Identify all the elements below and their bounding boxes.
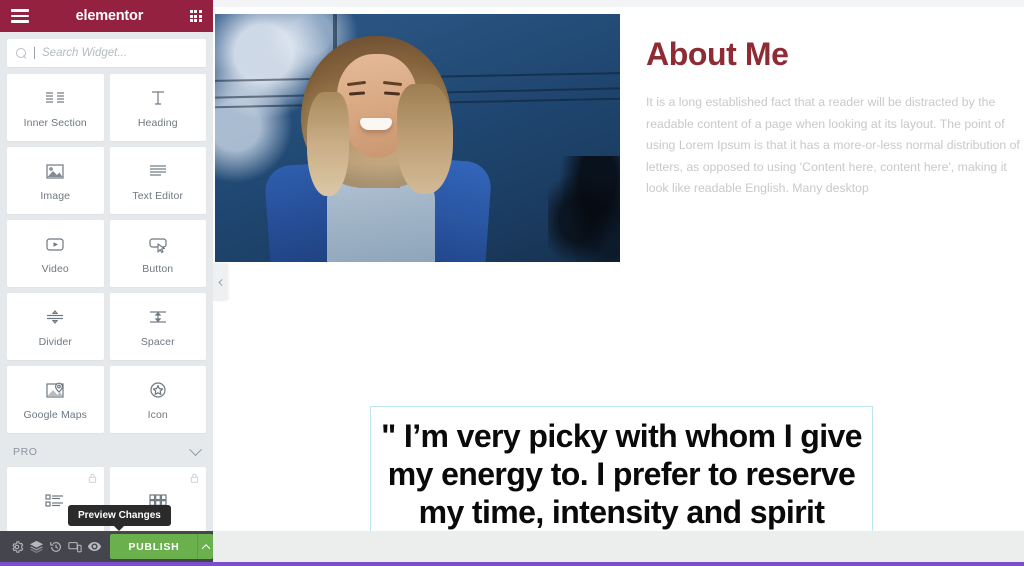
divider-icon: [42, 305, 68, 329]
widget-label: Google Maps: [23, 409, 88, 421]
photo-smile: [360, 118, 392, 130]
text-caret: [34, 47, 35, 59]
widget-google-maps[interactable]: Google Maps: [7, 366, 104, 433]
progress-bar: [0, 562, 1024, 566]
canvas-bottom-strip: [213, 531, 1024, 562]
publish-button[interactable]: PUBLISH: [110, 534, 198, 559]
grid-apps-icon[interactable]: [189, 9, 202, 23]
widget-label: Spacer: [140, 336, 175, 348]
widget-spacer[interactable]: Spacer: [109, 293, 206, 360]
widget-label: Button: [142, 263, 174, 275]
panel-collapse-handle[interactable]: [213, 263, 228, 301]
chevron-down-icon[interactable]: [189, 442, 202, 456]
widget-heading[interactable]: Heading: [109, 74, 206, 141]
photo-branch-right: [548, 156, 620, 262]
settings-gear-icon[interactable]: [7, 531, 26, 562]
widget-button[interactable]: Button: [109, 220, 206, 287]
search-input[interactable]: Search Widget...: [7, 39, 206, 67]
widget-text-editor[interactable]: Text Editor: [109, 147, 206, 214]
widget-list-scroll[interactable]: Inner Section Heading Image Text Editor …: [0, 67, 213, 566]
star-icon: [145, 378, 171, 402]
video-icon: [42, 232, 68, 256]
widget-label: Image: [40, 190, 71, 202]
heading-icon: [145, 86, 171, 110]
widget-inner-section[interactable]: Inner Section: [7, 74, 104, 141]
about-body-text[interactable]: It is a long established fact that a rea…: [646, 92, 1024, 200]
widget-label: Icon: [147, 409, 168, 421]
inner-section-icon: [42, 86, 68, 110]
widget-panel: elementor Search Widget... Inner Section…: [0, 0, 213, 566]
photo-hair-front-left: [307, 92, 349, 196]
widget-video[interactable]: Video: [7, 220, 104, 287]
widget-image[interactable]: Image: [7, 147, 104, 214]
widget-icon[interactable]: Icon: [109, 366, 206, 433]
publish-options-button[interactable]: [197, 534, 214, 559]
widget-label: Video: [41, 263, 69, 275]
icon-list-icon: [42, 489, 68, 513]
editor-bottom-bar: PUBLISH: [0, 531, 214, 562]
search-area: Search Widget...: [0, 32, 213, 67]
chevron-left-icon: [218, 278, 226, 286]
photo-hair-front-right: [397, 84, 453, 194]
responsive-mode-icon[interactable]: [65, 531, 84, 562]
pro-section-header[interactable]: PRO: [7, 433, 206, 467]
image-icon: [42, 159, 68, 183]
hero-image[interactable]: [215, 14, 620, 262]
panel-header: elementor: [0, 0, 213, 32]
google-maps-icon: [42, 378, 68, 402]
elementor-logo: elementor: [75, 8, 144, 24]
lock-icon: [88, 473, 97, 483]
widget-label: Inner Section: [23, 117, 87, 129]
pro-section-title: PRO: [13, 446, 38, 458]
widget-label: Heading: [137, 117, 178, 129]
lock-icon: [190, 473, 199, 483]
spacer-icon: [145, 305, 171, 329]
hamburger-icon[interactable]: [11, 9, 29, 23]
widget-label: Divider: [38, 336, 72, 348]
button-icon: [145, 232, 171, 256]
search-icon: [16, 47, 27, 59]
page-title[interactable]: About Me: [646, 36, 1024, 73]
preview-changes-tooltip: Preview Changes: [68, 505, 171, 531]
chevron-up-icon: [201, 543, 210, 553]
elementor-editor: elementor Search Widget... Inner Section…: [0, 0, 1024, 566]
history-icon[interactable]: [46, 531, 65, 562]
search-placeholder: Search Widget...: [42, 47, 127, 59]
preview-eye-icon[interactable]: [85, 531, 104, 562]
page-canvas[interactable]: About Me It is a long established fact t…: [213, 0, 1024, 562]
navigator-layers-icon[interactable]: [26, 531, 45, 562]
basic-widget-grid: Inner Section Heading Image Text Editor …: [7, 74, 206, 433]
about-section: About Me It is a long established fact t…: [646, 36, 1024, 200]
text-editor-icon: [145, 159, 171, 183]
widget-label: Text Editor: [132, 190, 184, 202]
widget-divider[interactable]: Divider: [7, 293, 104, 360]
canvas-top-strip: [213, 0, 1024, 7]
